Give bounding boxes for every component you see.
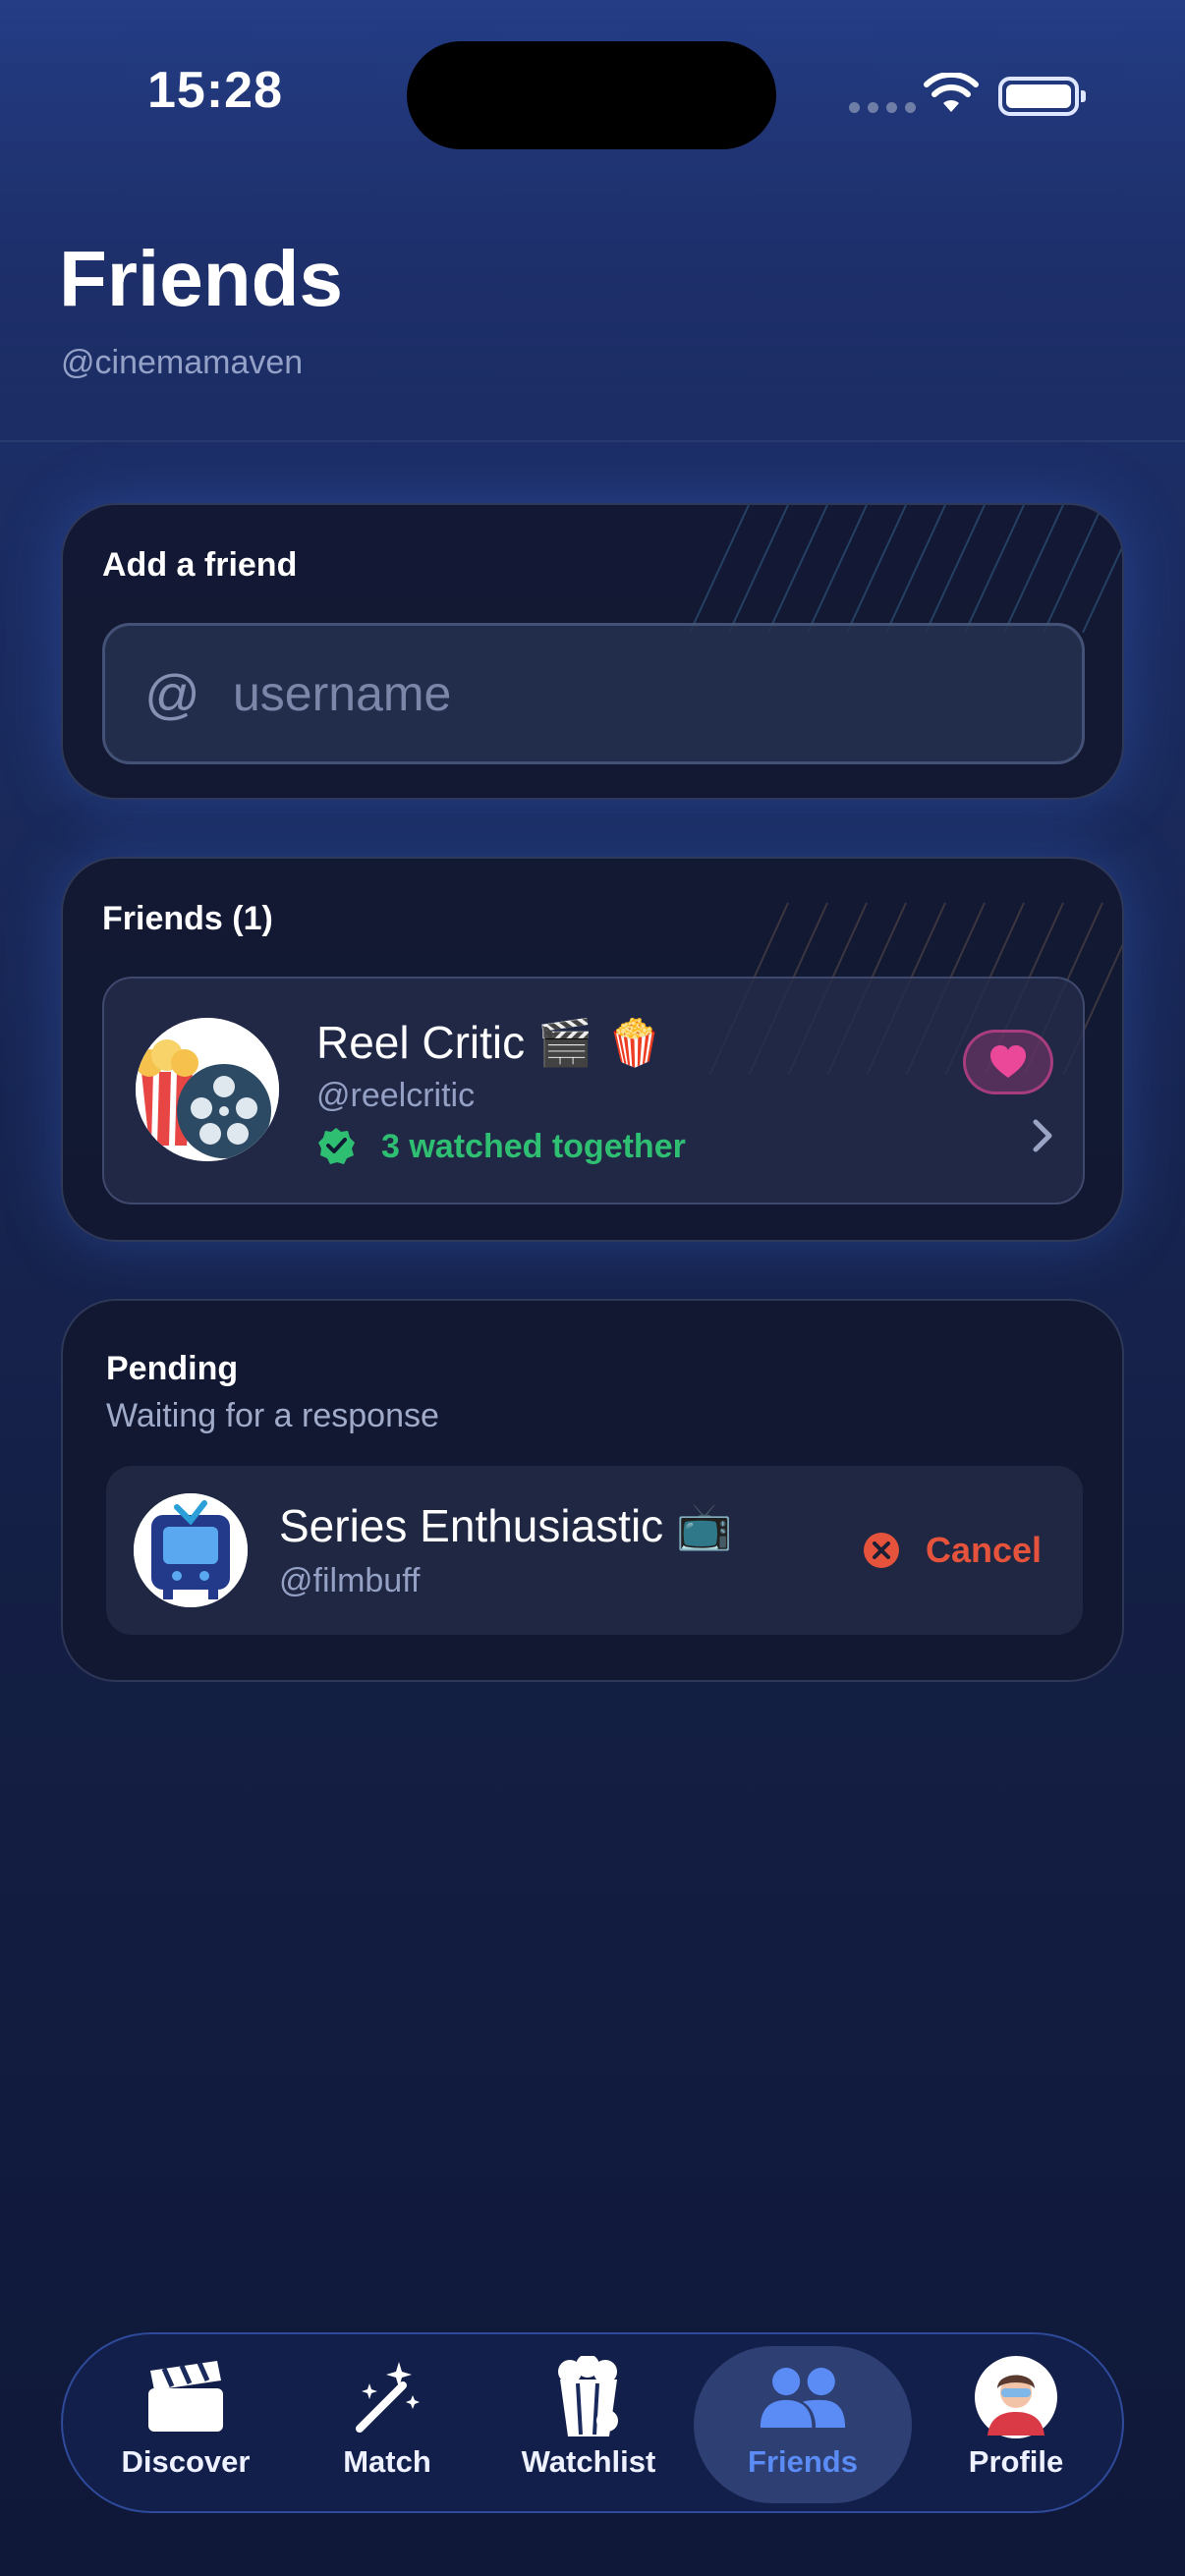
cancel-label: Cancel [926, 1530, 1043, 1570]
add-friend-label: Add a friend [102, 546, 298, 584]
friend-row[interactable]: Reel Critic 🎬 🍿 @reelcritic 3 watched to… [102, 977, 1085, 1204]
tv-icon [134, 1493, 248, 1607]
cancel-request-button[interactable]: Cancel [863, 1517, 1042, 1584]
pending-subtitle: Waiting for a response [106, 1397, 439, 1434]
chevron-right-icon [1033, 1119, 1052, 1152]
tab-discover[interactable]: Discover [83, 2346, 289, 2503]
pending-name: Series Enthusiastic 📺 [279, 1500, 733, 1551]
friends-count-label: Friends (1) [102, 900, 273, 937]
watched-together-count: 3 watched together [381, 1128, 686, 1165]
battery-icon [998, 77, 1086, 116]
pending-card: Pending Waiting for a response Series En… [61, 1299, 1124, 1682]
close-circle-icon [864, 1533, 899, 1568]
username-input[interactable] [233, 665, 1039, 722]
pending-handle: @filmbuff [279, 1562, 421, 1599]
username-field[interactable]: @ [102, 623, 1085, 764]
status-time: 15:28 [147, 62, 283, 119]
dynamic-island [407, 41, 776, 149]
wifi-icon [924, 73, 979, 112]
film-reel-popcorn-icon [136, 1018, 279, 1161]
magic-wand-icon [343, 2358, 431, 2436]
bottom-tab-bar: Discover Match Watchlist Friends Profile [61, 2332, 1124, 2513]
tab-label-profile: Profile [968, 2444, 1064, 2479]
avatar-icon [972, 2356, 1060, 2438]
tab-label-discover: Discover [121, 2444, 251, 2479]
tab-label-watchlist: Watchlist [521, 2444, 656, 2479]
friend-handle: @reelcritic [316, 1077, 476, 1114]
friends-card: Friends (1) Reel Critic 🎬 🍿 @reelcritic … [61, 857, 1124, 1242]
tab-friends[interactable]: Friends [694, 2346, 912, 2503]
pending-avatar [134, 1493, 248, 1607]
heart-icon [990, 1045, 1026, 1078]
page-subtitle: @cinemamaven [61, 344, 304, 381]
friend-name: Reel Critic 🎬 🍿 [316, 1017, 663, 1068]
pending-title: Pending [106, 1350, 239, 1387]
friend-avatar [136, 1018, 279, 1161]
verified-badge-icon [318, 1128, 355, 1164]
status-bar: 15:28 [0, 0, 1185, 196]
at-sign-icon: @ [144, 662, 200, 725]
people-icon [759, 2358, 847, 2436]
tab-match[interactable]: Match [299, 2346, 476, 2503]
popcorn-icon [544, 2356, 633, 2436]
add-friend-card: Add a friend @ [61, 503, 1124, 800]
tab-label-match: Match [343, 2444, 431, 2479]
tab-profile[interactable]: Profile [928, 2346, 1104, 2503]
page-title: Friends [59, 235, 343, 322]
favorite-heart-button[interactable] [963, 1030, 1053, 1094]
pending-request-row: Series Enthusiastic 📺 @filmbuff Cancel [106, 1466, 1083, 1635]
clapperboard-icon [141, 2358, 230, 2436]
decorative-stripes [690, 505, 1122, 633]
tab-watchlist[interactable]: Watchlist [495, 2346, 682, 2503]
cellular-signal-icon [849, 102, 916, 113]
tab-label-friends: Friends [748, 2444, 858, 2479]
